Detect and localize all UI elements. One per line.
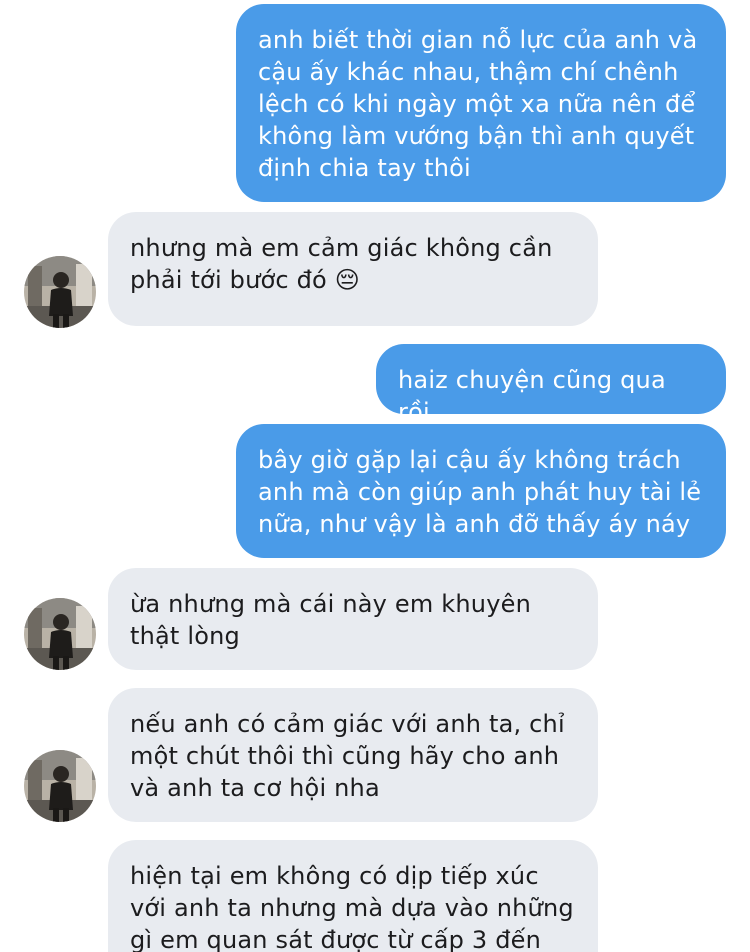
contact-avatar[interactable]: [24, 598, 96, 670]
outgoing-message-bubble[interactable]: anh biết thời gian nỗ lực của anh và cậu…: [236, 4, 726, 202]
contact-avatar[interactable]: [24, 750, 96, 822]
avatar-photo-icon: [24, 598, 96, 670]
message-thread[interactable]: anh biết thời gian nỗ lực của anh và cậu…: [0, 0, 750, 952]
outgoing-message-bubble[interactable]: bây giờ gặp lại cậu ấy không trách anh m…: [236, 424, 726, 558]
incoming-message-bubble[interactable]: nhưng mà em cảm giác không cần phải tới …: [108, 212, 598, 326]
outgoing-message-bubble[interactable]: haiz chuyện cũng qua rồi: [376, 344, 726, 426]
incoming-message-bubble[interactable]: ừa nhưng mà cái này em khuyên thật lòng: [108, 568, 598, 670]
incoming-message-bubble[interactable]: nếu anh có cảm giác với anh ta, chỉ một …: [108, 688, 598, 822]
avatar-photo-icon: [24, 750, 96, 822]
avatar-photo-icon: [24, 256, 96, 328]
contact-avatar[interactable]: [24, 256, 96, 328]
incoming-message-bubble[interactable]: hiện tại em không có dịp tiếp xúc với an…: [108, 840, 598, 952]
